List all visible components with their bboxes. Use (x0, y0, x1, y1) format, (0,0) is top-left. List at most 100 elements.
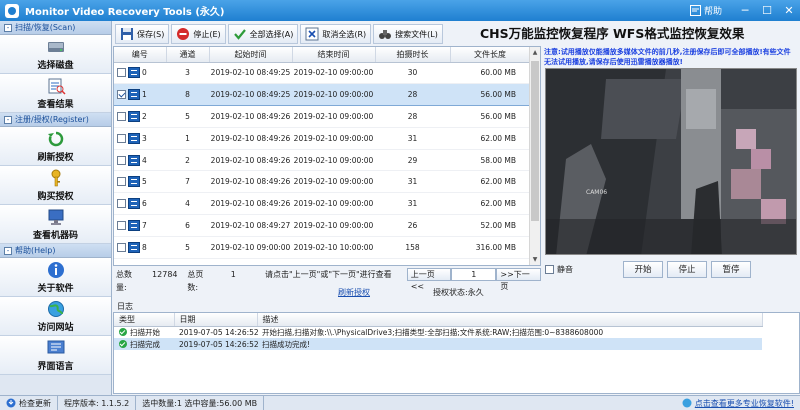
pager: 总数量: 12784 总页数: 1 请点击"上一页"或"下一页"进行查看 上一页… (113, 267, 541, 292)
row-checkbox[interactable] (117, 155, 126, 165)
minimize-button[interactable]: ─ (734, 0, 756, 21)
toolbar: 保存(S) 停止(E) 全部选择(A) 取消全选(R) 搜索文件(L) (113, 23, 475, 45)
row-id: 4 (142, 155, 147, 165)
collapse-icon: - (4, 246, 12, 255)
binoculars-icon (379, 30, 392, 39)
table-row[interactable]: 2 5 2019-02-10 08:49:26 2019-02-10 09:00… (114, 105, 530, 128)
license-status: 授权状态:永久 (433, 287, 484, 297)
row-duration: 28 (375, 105, 450, 128)
row-channel: 1 (166, 127, 209, 150)
scroll-down-icon[interactable]: ▼ (530, 254, 540, 265)
table-row[interactable]: 1 8 2019-02-10 08:49:25 2019-02-10 09:00… (114, 83, 530, 107)
mute-toggle[interactable]: 静音 (545, 264, 619, 275)
deselect-all-button[interactable]: 取消全选(R) (300, 24, 372, 44)
table-row[interactable]: 7 6 2019-02-10 08:49:27 2019-02-10 09:00… (114, 214, 530, 237)
about-software-button[interactable]: 关于软件 (0, 258, 111, 297)
table-row[interactable]: 5 7 2019-02-10 08:49:26 2019-02-10 09:00… (114, 170, 530, 194)
globe-icon (47, 300, 64, 317)
select-disk-button[interactable]: 选择磁盘 (0, 35, 111, 74)
section-scan-header[interactable]: - 扫描/恢复(Scan) (0, 21, 111, 35)
row-start: 2019-02-10 08:49:26 (209, 192, 292, 216)
table-row[interactable]: 3 1 2019-02-10 08:49:26 2019-02-10 09:00… (114, 127, 530, 150)
more-software-link[interactable]: 点击查看更多专业恢复软件! (682, 398, 800, 409)
video-file-icon (128, 176, 140, 188)
close-button[interactable]: ✕ (778, 0, 800, 21)
search-file-button[interactable]: 搜索文件(L) (373, 24, 443, 44)
row-checkbox[interactable] (117, 90, 126, 100)
row-id: 5 (142, 177, 147, 187)
row-start: 2019-02-10 08:49:26 (209, 127, 292, 150)
video-file-icon (128, 219, 140, 231)
row-size: 56.00 MB (450, 83, 530, 107)
maximize-button[interactable]: ☐ (756, 0, 778, 21)
help-menu[interactable]: 帮助 (689, 4, 722, 17)
mute-checkbox[interactable] (545, 264, 554, 274)
table-row[interactable]: 8 5 2019-02-10 09:00:00 2019-02-10 10:00… (114, 236, 530, 259)
table-row[interactable]: 6 4 2019-02-10 08:49:26 2019-02-10 09:00… (114, 192, 530, 216)
log-header-type[interactable]: 类型 (114, 313, 175, 327)
row-id: 0 (142, 68, 147, 78)
video-player[interactable]: CAM06 (545, 68, 797, 255)
play-button[interactable]: 开始 (623, 260, 663, 278)
column-header-start[interactable]: 起始时间 (209, 47, 293, 63)
success-icon (119, 340, 127, 348)
program-version: 程序版本: 1.1.5.2 (58, 396, 137, 410)
globe-icon (682, 398, 692, 408)
stop-button[interactable]: 停止(E) (171, 24, 226, 44)
buy-license-button[interactable]: 购买授权 (0, 166, 111, 205)
save-button[interactable]: 保存(S) (115, 24, 170, 44)
log-row[interactable]: 扫描开始 2019-07-05 14:26:52 开始扫描,扫描对象:\\.\P… (114, 326, 762, 338)
row-duration: 26 (375, 214, 450, 237)
scroll-up-icon[interactable]: ▲ (530, 47, 540, 58)
row-duration: 31 (375, 192, 450, 216)
log-header-row: 类型 日期 描述 (114, 313, 763, 327)
section-help-header[interactable]: - 帮助(Help) (0, 244, 111, 258)
pause-button[interactable]: 暂停 (711, 260, 751, 278)
table-row[interactable]: 0 3 2019-02-10 08:49:25 2019-02-10 09:00… (114, 62, 530, 85)
next-page-button[interactable]: >>下一页 (496, 268, 541, 291)
page-number-input[interactable]: 1 (451, 268, 497, 281)
log-row[interactable]: 扫描完成 2019-07-05 14:26:52 扫描成功完成! (114, 338, 762, 350)
column-header-channel[interactable]: 通道 (166, 47, 210, 63)
row-checkbox[interactable] (117, 68, 126, 78)
collapse-icon: - (4, 115, 12, 124)
table-scrollbar[interactable]: ▲ ▼ (529, 47, 540, 265)
refresh-license-button[interactable]: 刷新授权 (0, 127, 111, 166)
interface-language-button[interactable]: 界面语言 (0, 336, 111, 375)
column-header-id[interactable]: 编号 (114, 47, 167, 63)
view-results-button[interactable]: 查看结果 (0, 74, 111, 113)
check-icon (233, 29, 246, 40)
row-checkbox[interactable] (117, 133, 126, 143)
column-header-end[interactable]: 结束时间 (292, 47, 376, 63)
column-header-size[interactable]: 文件长度 (450, 47, 531, 63)
row-end: 2019-02-10 09:00:00 (292, 105, 375, 128)
column-header-duration[interactable]: 拍摄时长 (375, 47, 451, 63)
visit-website-button[interactable]: 访问网站 (0, 297, 111, 336)
table-row[interactable]: 4 2 2019-02-10 08:49:26 2019-02-10 09:00… (114, 149, 530, 172)
log-header-date[interactable]: 日期 (174, 313, 258, 327)
title-bar: Monitor Video Recovery Tools (永久) 帮助 ─ ☐… (0, 0, 800, 21)
log-type: 扫描开始 (130, 327, 160, 337)
view-machine-code-button[interactable]: 查看机器码 (0, 205, 111, 244)
section-register-header[interactable]: - 注册/授权(Register) (0, 113, 111, 127)
check-update-button[interactable]: 检查更新 (0, 396, 58, 410)
row-duration: 28 (375, 83, 450, 107)
row-checkbox[interactable] (117, 220, 126, 230)
app-icon (5, 3, 19, 18)
row-checkbox[interactable] (117, 199, 126, 209)
window-title: Monitor Video Recovery Tools (永久) (25, 7, 225, 18)
stop-playback-button[interactable]: 停止 (667, 260, 707, 278)
refresh-license-link[interactable]: 刷新授权 (338, 287, 370, 298)
scrollbar-thumb[interactable] (531, 61, 539, 221)
row-checkbox[interactable] (117, 111, 126, 121)
row-checkbox[interactable] (117, 242, 126, 252)
license-status-bar: 刷新授权 授权状态:永久 (113, 285, 800, 299)
log-header-desc[interactable]: 描述 (257, 313, 763, 327)
row-size: 58.00 MB (450, 149, 530, 172)
stop-icon (177, 28, 190, 40)
row-start: 2019-02-10 08:49:27 (209, 214, 292, 237)
row-checkbox[interactable] (117, 177, 126, 187)
log-desc: 开始扫描,扫描对象:\\.\PhysicalDrive3;扫描类型:全部扫描;文… (262, 327, 604, 337)
select-all-button[interactable]: 全部选择(A) (227, 24, 299, 44)
prev-page-button[interactable]: 上一页<< (406, 268, 452, 291)
